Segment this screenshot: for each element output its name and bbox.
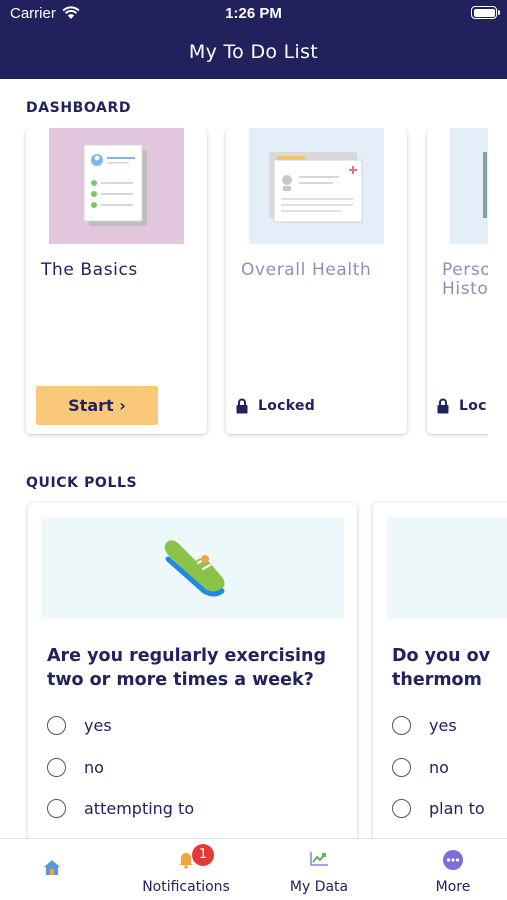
poll-banner — [42, 517, 344, 619]
history-illustration — [450, 128, 488, 244]
quick-polls-heading: QUICK POLLS — [26, 475, 138, 491]
dashboard-card-personal-history[interactable]: Perso Histo Loc — [427, 128, 488, 434]
poll-card-exercise[interactable]: Are you regularly exercising two or more… — [28, 503, 357, 840]
card-title: Perso Histo — [442, 261, 488, 299]
radio-button[interactable] — [392, 799, 411, 818]
option-label: plan to — [429, 799, 485, 818]
option-label: attempting to — [84, 799, 195, 818]
start-button[interactable]: Start › — [36, 386, 158, 425]
top-bar: Carrier 1:26 PM My To Do List — [0, 0, 507, 79]
notification-badge: 1 — [192, 844, 214, 866]
more-icon — [443, 850, 463, 870]
card-title: The Basics — [41, 260, 138, 280]
poll-option[interactable]: no — [47, 758, 104, 777]
poll-banner — [387, 517, 507, 619]
medical-records-illustration — [249, 128, 384, 244]
poll-question: Do you ov thermom — [392, 644, 507, 692]
locked-status: Loc — [437, 398, 487, 414]
locked-status: Locked — [236, 398, 315, 414]
tab-my-data[interactable]: My Data — [266, 839, 372, 900]
poll-question-line-1: Do you ov — [392, 646, 491, 666]
radio-button[interactable] — [392, 758, 411, 777]
poll-option[interactable]: yes — [392, 716, 457, 735]
poll-option[interactable]: plan to — [392, 799, 485, 818]
dashboard-card-the-basics[interactable]: The Basics Start › — [26, 128, 207, 434]
poll-card-thermometer[interactable]: Do you ov thermom yes no plan to — [373, 503, 507, 840]
tab-label: My Data — [289, 879, 349, 895]
card-title-line-1: Perso — [442, 260, 488, 280]
sneaker-icon — [164, 540, 225, 597]
radio-button[interactable] — [47, 799, 66, 818]
poll-question: Are you regularly exercising two or more… — [47, 646, 326, 690]
locked-label: Locked — [258, 398, 316, 414]
dashboard-carousel[interactable]: The Basics Start › Overall Health Locked — [0, 128, 488, 438]
battery-icon — [471, 6, 500, 19]
locked-label: Loc — [459, 398, 487, 414]
tab-bar: 1 Notifications My Data More — [0, 838, 507, 900]
chevron-right-icon: › — [119, 396, 126, 415]
radio-button[interactable] — [392, 716, 411, 735]
radio-button[interactable] — [47, 716, 66, 735]
card-title: Overall Health — [241, 260, 372, 280]
tab-label: Notifications — [142, 879, 230, 895]
page-title: My To Do List — [188, 41, 319, 63]
option-label: no — [429, 758, 449, 777]
lock-icon — [236, 398, 248, 414]
tab-notifications[interactable]: 1 Notifications — [131, 839, 241, 900]
tab-label: More — [435, 879, 471, 895]
tab-home[interactable] — [0, 839, 104, 900]
option-label: no — [84, 758, 104, 777]
radio-button[interactable] — [47, 758, 66, 777]
card-title-line-2: Histo — [442, 279, 488, 299]
tab-more[interactable]: More — [402, 839, 504, 900]
poll-option[interactable]: attempting to — [47, 799, 194, 818]
poll-question-line-2: thermom — [392, 670, 482, 690]
status-bar: Carrier 1:26 PM — [0, 0, 507, 28]
start-button-label: Start — [68, 396, 114, 415]
polls-carousel[interactable]: Are you regularly exercising two or more… — [0, 500, 507, 840]
profile-document-illustration — [49, 128, 184, 244]
poll-option[interactable]: yes — [47, 716, 112, 735]
dashboard-heading: DASHBOARD — [26, 100, 132, 116]
option-label: yes — [429, 716, 457, 735]
poll-option[interactable]: no — [392, 758, 449, 777]
clock: 1:26 PM — [225, 5, 282, 22]
dashboard-card-overall-health[interactable]: Overall Health Locked — [226, 128, 407, 434]
home-icon — [44, 860, 60, 875]
chart-icon — [310, 852, 328, 866]
option-label: yes — [84, 716, 112, 735]
lock-icon — [437, 398, 449, 414]
